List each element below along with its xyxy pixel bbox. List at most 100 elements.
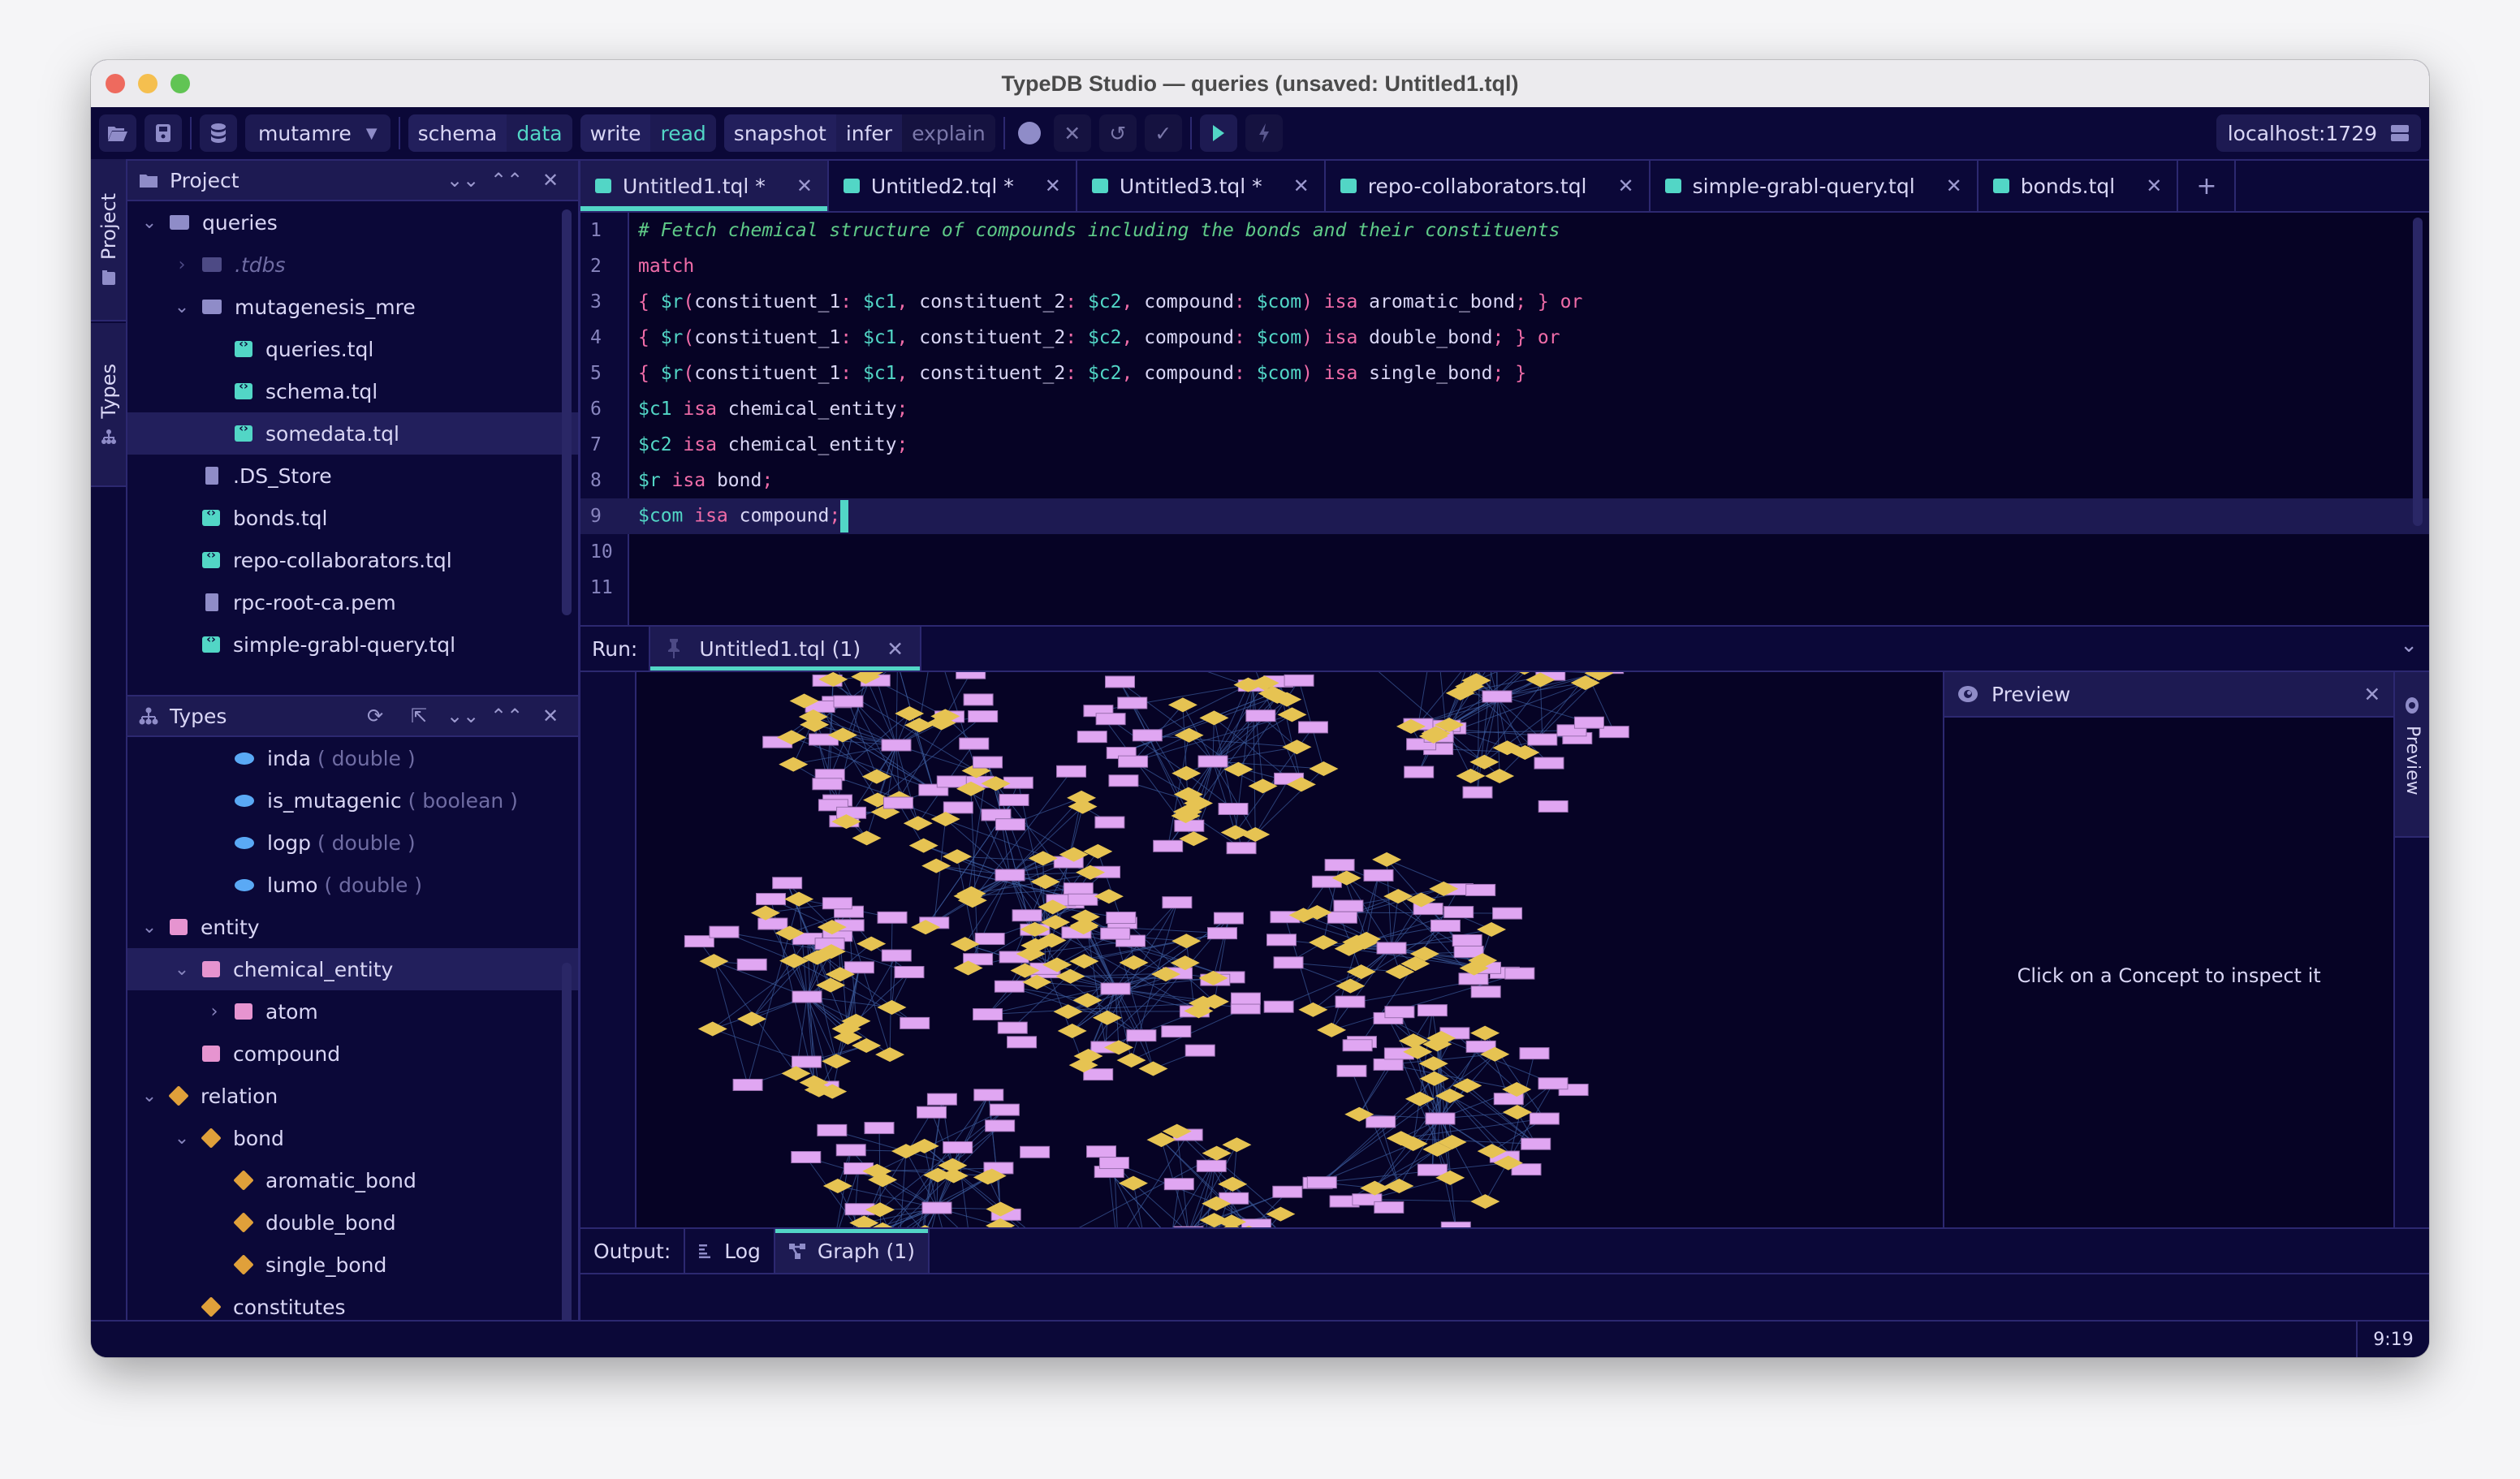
entity-node[interactable] bbox=[1161, 1025, 1192, 1038]
relation-node[interactable] bbox=[1309, 934, 1339, 950]
relation-node[interactable] bbox=[1456, 768, 1486, 783]
type-tree-item[interactable]: is_mutagenic( boolean ) bbox=[127, 779, 578, 821]
relation-node[interactable] bbox=[1094, 889, 1124, 904]
entity-node[interactable] bbox=[817, 1123, 848, 1136]
entity-node[interactable] bbox=[956, 672, 986, 679]
entity-node[interactable] bbox=[1174, 819, 1205, 832]
entity-node[interactable] bbox=[1007, 1036, 1038, 1049]
relation-node[interactable] bbox=[1469, 754, 1499, 770]
code-editor[interactable]: 1 # Fetch chemical structure of compounds… bbox=[580, 213, 2429, 625]
entity-node[interactable] bbox=[1068, 893, 1098, 906]
entity-node[interactable] bbox=[1106, 912, 1137, 925]
expand-all-icon[interactable]: ⌄⌄ bbox=[447, 705, 479, 727]
entity-node[interactable] bbox=[1333, 899, 1364, 912]
entity-node[interactable] bbox=[998, 1021, 1029, 1034]
entity-node[interactable] bbox=[1056, 765, 1087, 778]
entity-node[interactable] bbox=[1231, 992, 1262, 1005]
relation-node[interactable] bbox=[823, 1178, 853, 1193]
entity-node[interactable] bbox=[894, 966, 925, 979]
entity-node[interactable] bbox=[921, 1201, 952, 1214]
zoom-window-button[interactable] bbox=[170, 74, 190, 93]
database-button[interactable] bbox=[200, 114, 237, 152]
side-tab-types[interactable]: Types bbox=[91, 323, 126, 487]
entity-node[interactable] bbox=[1126, 1029, 1157, 1042]
close-tab-icon[interactable]: ✕ bbox=[1618, 175, 1634, 197]
entity-node[interactable] bbox=[882, 949, 913, 962]
entity-node[interactable] bbox=[1384, 1006, 1415, 1019]
entity-node[interactable] bbox=[733, 1078, 764, 1091]
close-tab-icon[interactable]: ✕ bbox=[1045, 175, 1061, 197]
entity-node[interactable] bbox=[964, 693, 995, 706]
entity-node[interactable] bbox=[1197, 1159, 1228, 1172]
save-button[interactable] bbox=[145, 114, 182, 152]
project-tree-item[interactable]: schema.tql bbox=[127, 370, 578, 412]
entity-node[interactable] bbox=[1100, 927, 1131, 940]
relation-node[interactable] bbox=[1119, 1175, 1149, 1191]
output-tab-log[interactable]: Log bbox=[685, 1229, 775, 1273]
relation-node[interactable] bbox=[857, 936, 887, 951]
project-tree-item[interactable]: queries.tql bbox=[127, 328, 578, 370]
relation-node[interactable] bbox=[1503, 1105, 1533, 1120]
entity-node[interactable] bbox=[1094, 816, 1125, 829]
relation-node[interactable] bbox=[877, 999, 907, 1015]
relation-node[interactable] bbox=[1384, 1179, 1414, 1194]
entity-node[interactable] bbox=[985, 1119, 1016, 1132]
entity-node[interactable] bbox=[1538, 1077, 1569, 1090]
entity-node[interactable] bbox=[973, 1008, 1003, 1021]
editor-scrollbar[interactable] bbox=[2413, 218, 2423, 526]
entity-node[interactable] bbox=[1482, 690, 1512, 703]
close-tab-icon[interactable]: ✕ bbox=[2146, 175, 2162, 197]
relation-node[interactable] bbox=[931, 811, 961, 826]
entity-node[interactable] bbox=[812, 778, 843, 791]
output-tab-graph[interactable]: Graph (1) bbox=[775, 1229, 930, 1273]
entity-node[interactable] bbox=[1443, 906, 1474, 919]
snapshot-toggle[interactable]: snapshot bbox=[723, 114, 836, 152]
type-tree-item[interactable]: logp( double ) bbox=[127, 821, 578, 864]
type-tree-item[interactable]: inda( double ) bbox=[127, 737, 578, 779]
relation-node[interactable] bbox=[698, 1021, 728, 1037]
transaction-write-button[interactable]: write bbox=[580, 114, 651, 152]
type-tree-item[interactable]: › atom bbox=[127, 990, 578, 1033]
entity-node[interactable] bbox=[900, 1016, 930, 1029]
run-tab[interactable]: Untitled1.tql (1) ✕ bbox=[650, 627, 922, 671]
entity-node[interactable] bbox=[1164, 1178, 1195, 1191]
entity-node[interactable] bbox=[757, 917, 788, 930]
refresh-icon[interactable]: ⟳ bbox=[359, 705, 391, 727]
project-tree-item[interactable]: ⌄ mutagenesis_mre bbox=[127, 286, 578, 328]
entity-node[interactable] bbox=[1492, 907, 1523, 920]
close-panel-icon[interactable]: ✕ bbox=[534, 705, 567, 727]
relation-node[interactable] bbox=[1360, 1180, 1390, 1196]
entity-node[interactable] bbox=[1218, 802, 1249, 815]
relation-node[interactable] bbox=[1399, 1033, 1429, 1049]
relation-node[interactable] bbox=[1510, 672, 1539, 675]
entity-node[interactable] bbox=[1100, 982, 1131, 995]
add-tab-button[interactable]: + bbox=[2178, 161, 2237, 211]
entity-node[interactable] bbox=[1197, 755, 1228, 768]
collapse-all-icon[interactable]: ⌃⌃ bbox=[490, 705, 523, 727]
entity-node[interactable] bbox=[1530, 1112, 1560, 1125]
chevron-down-icon[interactable]: ⌄ bbox=[170, 297, 194, 317]
entity-node[interactable] bbox=[1366, 1115, 1396, 1128]
entity-node[interactable] bbox=[822, 897, 853, 910]
close-icon[interactable]: ✕ bbox=[2363, 683, 2380, 706]
stop-query-button[interactable] bbox=[1245, 114, 1283, 152]
project-tree-item[interactable]: › .tdbs bbox=[127, 244, 578, 286]
entity-node[interactable] bbox=[1404, 765, 1435, 778]
chevron-right-icon[interactable]: › bbox=[170, 255, 194, 275]
entity-node[interactable] bbox=[1245, 709, 1276, 722]
relation-node[interactable] bbox=[737, 1011, 767, 1027]
entity-node[interactable] bbox=[1012, 909, 1043, 922]
session-data-button[interactable]: data bbox=[507, 114, 572, 152]
relation-node[interactable] bbox=[1309, 761, 1339, 777]
editor-tab[interactable]: Untitled1.tql * ✕ bbox=[580, 161, 829, 211]
entity-node[interactable] bbox=[1425, 1112, 1456, 1125]
server-connection-button[interactable]: localhost:1729 bbox=[2216, 114, 2421, 152]
relation-node[interactable] bbox=[1470, 1025, 1500, 1041]
relation-node[interactable] bbox=[779, 757, 809, 772]
type-tree-item[interactable]: constitutes bbox=[127, 1286, 578, 1320]
entity-node[interactable] bbox=[737, 958, 768, 971]
entity-node[interactable] bbox=[1214, 912, 1245, 925]
relation-node[interactable] bbox=[1119, 955, 1149, 970]
relation-node[interactable] bbox=[1317, 1022, 1347, 1037]
entity-node[interactable] bbox=[1374, 1058, 1405, 1071]
